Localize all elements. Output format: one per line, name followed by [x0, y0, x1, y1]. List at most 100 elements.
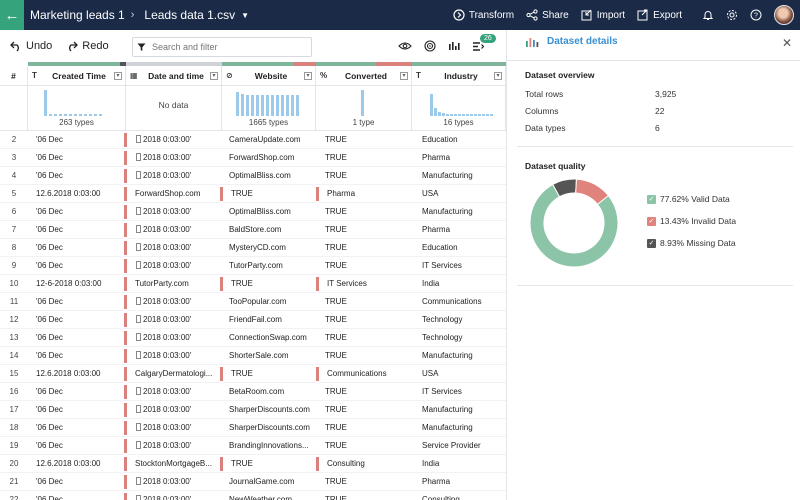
row-number[interactable]: 6 — [0, 203, 28, 221]
row-number[interactable]: 20 — [0, 455, 28, 473]
cell-date-and-time[interactable]: 2018 0:03:00' — [136, 149, 222, 167]
cell-created-time[interactable]: '06 Dec — [36, 167, 124, 185]
cell-converted[interactable]: TRUE — [325, 419, 411, 437]
cell-created-time[interactable]: '06 Dec — [36, 347, 124, 365]
cell-industry[interactable]: USA — [422, 185, 506, 203]
table-row[interactable]: 3 '06 Dec 2018 0:03:00' ForwardShop.com TRUE… — [0, 149, 506, 167]
cell-industry[interactable]: Technology — [422, 311, 506, 329]
cell-industry[interactable]: Technology — [422, 329, 506, 347]
table-row[interactable]: 6 '06 Dec 2018 0:03:00' OptimalBliss.com TRU… — [0, 203, 506, 221]
cell-date-and-time[interactable]: 2018 0:03:00' — [136, 437, 222, 455]
row-number[interactable]: 5 — [0, 185, 28, 203]
cell-converted[interactable]: TRUE — [325, 149, 411, 167]
cell-industry[interactable]: IT Services — [422, 257, 506, 275]
histogram-website[interactable]: 1665 types — [222, 86, 316, 131]
cell-industry[interactable]: USA — [422, 365, 506, 383]
table-row[interactable]: 5 12.6.2018 0:03:00 ForwardShop.com TRUE Pha… — [0, 185, 506, 203]
cell-converted[interactable]: TRUE — [325, 311, 411, 329]
cell-converted[interactable]: TRUE — [325, 167, 411, 185]
table-row[interactable]: 20 12.6.2018 0:03:00 StocktonMortgageB... T… — [0, 455, 506, 473]
column-header-created-time[interactable]: T Created Time ▾ — [28, 66, 126, 86]
notifications-button[interactable] — [702, 9, 714, 21]
undo-button[interactable]: Undo — [10, 40, 52, 52]
table-row[interactable]: 4 '06 Dec 2018 0:03:00' OptimalBliss.com TRU… — [0, 167, 506, 185]
cell-website[interactable]: SharperDiscounts.com — [229, 401, 315, 419]
cell-converted[interactable]: Pharma — [327, 185, 411, 203]
cell-website[interactable]: CameraUpdate.com — [229, 131, 315, 149]
cell-date-and-time[interactable]: 2018 0:03:00' — [136, 491, 222, 500]
cell-industry[interactable]: Consulting — [422, 491, 506, 500]
cell-date-and-time[interactable]: StocktonMortgageB... — [135, 455, 221, 473]
cell-date-and-time[interactable]: 2018 0:03:00' — [136, 347, 222, 365]
cell-industry[interactable]: Service Provider — [422, 437, 506, 455]
cell-date-and-time[interactable]: 2018 0:03:00' — [136, 239, 222, 257]
row-number[interactable]: 19 — [0, 437, 28, 455]
quality-donut-chart[interactable] — [527, 176, 621, 270]
cell-date-and-time[interactable]: 2018 0:03:00' — [136, 329, 222, 347]
checkbox-icon[interactable]: ✓ — [647, 194, 656, 204]
cell-industry[interactable]: Manufacturing — [422, 401, 506, 419]
row-number[interactable]: 12 — [0, 311, 28, 329]
table-row[interactable]: 22 '06 Dec 2018 0:03:00' NewWeather.com TRUE… — [0, 491, 506, 500]
cell-website[interactable]: ForwardShop.com — [229, 149, 315, 167]
profile-button[interactable] — [448, 41, 460, 51]
chevron-down-icon[interactable]: ▼ — [241, 11, 249, 20]
table-row[interactable]: 15 12.6.2018 0:03:00 CalgaryDermatologi...… — [0, 365, 506, 383]
cell-converted[interactable]: TRUE — [325, 401, 411, 419]
row-number[interactable]: 18 — [0, 419, 28, 437]
column-menu-icon[interactable]: ▾ — [114, 71, 122, 80]
close-icon[interactable]: ✕ — [782, 36, 792, 50]
cell-converted[interactable]: TRUE — [325, 239, 411, 257]
cell-created-time[interactable]: '06 Dec — [36, 131, 124, 149]
cell-created-time[interactable]: '06 Dec — [36, 257, 124, 275]
cell-converted[interactable]: TRUE — [325, 347, 411, 365]
cell-industry[interactable]: IT Services — [422, 383, 506, 401]
row-number[interactable]: 14 — [0, 347, 28, 365]
cell-website[interactable]: TRUE — [231, 275, 315, 293]
cell-industry[interactable]: Pharma — [422, 473, 506, 491]
cell-converted[interactable]: TRUE — [325, 293, 411, 311]
row-number[interactable]: 17 — [0, 401, 28, 419]
row-number[interactable]: 21 — [0, 473, 28, 491]
cell-converted[interactable]: TRUE — [325, 383, 411, 401]
breadcrumb-file[interactable]: Leads data 1.csv — [144, 8, 235, 22]
cell-industry[interactable]: Manufacturing — [422, 419, 506, 437]
cell-created-time[interactable]: '06 Dec — [36, 419, 124, 437]
table-row[interactable]: 16 '06 Dec 2018 0:03:00' BetaRoom.com TRUE IT… — [0, 383, 506, 401]
cell-industry[interactable]: India — [422, 455, 506, 473]
cell-created-time[interactable]: '06 Dec — [36, 437, 124, 455]
cell-website[interactable]: TooPopular.com — [229, 293, 315, 311]
table-row[interactable]: 9 '06 Dec 2018 0:03:00' TutorParty.com TRUE I… — [0, 257, 506, 275]
cell-date-and-time[interactable]: ForwardShop.com — [135, 185, 221, 203]
row-number[interactable]: 2 — [0, 131, 28, 149]
cell-converted[interactable]: Consulting — [327, 455, 411, 473]
cell-website[interactable]: ConnectionSwap.com — [229, 329, 315, 347]
column-menu-icon[interactable]: ▾ — [494, 71, 502, 80]
column-menu-icon[interactable]: ▾ — [304, 71, 312, 80]
row-number[interactable]: 13 — [0, 329, 28, 347]
cell-created-time[interactable]: 12.6.2018 0:03:00 — [36, 455, 124, 473]
legend-missing[interactable]: ✓ 8.93% Missing Data — [647, 238, 736, 248]
cell-industry[interactable]: Pharma — [422, 221, 506, 239]
table-row[interactable]: 10 12-6-2018 0:03:00 TutorParty.com TRUE IT … — [0, 275, 506, 293]
breadcrumb-project[interactable]: Marketing leads 1 — [30, 8, 125, 22]
cell-created-time[interactable]: '06 Dec — [36, 239, 124, 257]
cell-website[interactable]: OptimalBliss.com — [229, 203, 315, 221]
help-button[interactable]: ? — [750, 9, 762, 21]
column-header-industry[interactable]: T Industry ▾ — [412, 66, 506, 86]
cell-website[interactable]: MysteryCD.com — [229, 239, 315, 257]
cell-converted[interactable]: TRUE — [325, 257, 411, 275]
cell-converted[interactable]: TRUE — [325, 473, 411, 491]
legend-invalid[interactable]: ✓ 13.43% Invalid Data — [647, 216, 736, 226]
cell-converted[interactable]: TRUE — [325, 329, 411, 347]
table-row[interactable]: 17 '06 Dec 2018 0:03:00' SharperDiscounts.c… — [0, 401, 506, 419]
cell-date-and-time[interactable]: CalgaryDermatologi... — [135, 365, 221, 383]
cell-date-and-time[interactable]: TutorParty.com — [135, 275, 221, 293]
row-number[interactable]: 22 — [0, 491, 28, 500]
table-row[interactable]: 7 '06 Dec 2018 0:03:00' BaldStore.com TRUE Ph… — [0, 221, 506, 239]
cell-converted[interactable]: TRUE — [325, 131, 411, 149]
column-header-date-and-time[interactable]: ▦ Date and time ▾ — [126, 66, 222, 86]
table-row[interactable]: 13 '06 Dec 2018 0:03:00' ConnectionSwap.com… — [0, 329, 506, 347]
cell-created-time[interactable]: 12.6.2018 0:03:00 — [36, 365, 124, 383]
cell-date-and-time[interactable]: 2018 0:03:00' — [136, 401, 222, 419]
